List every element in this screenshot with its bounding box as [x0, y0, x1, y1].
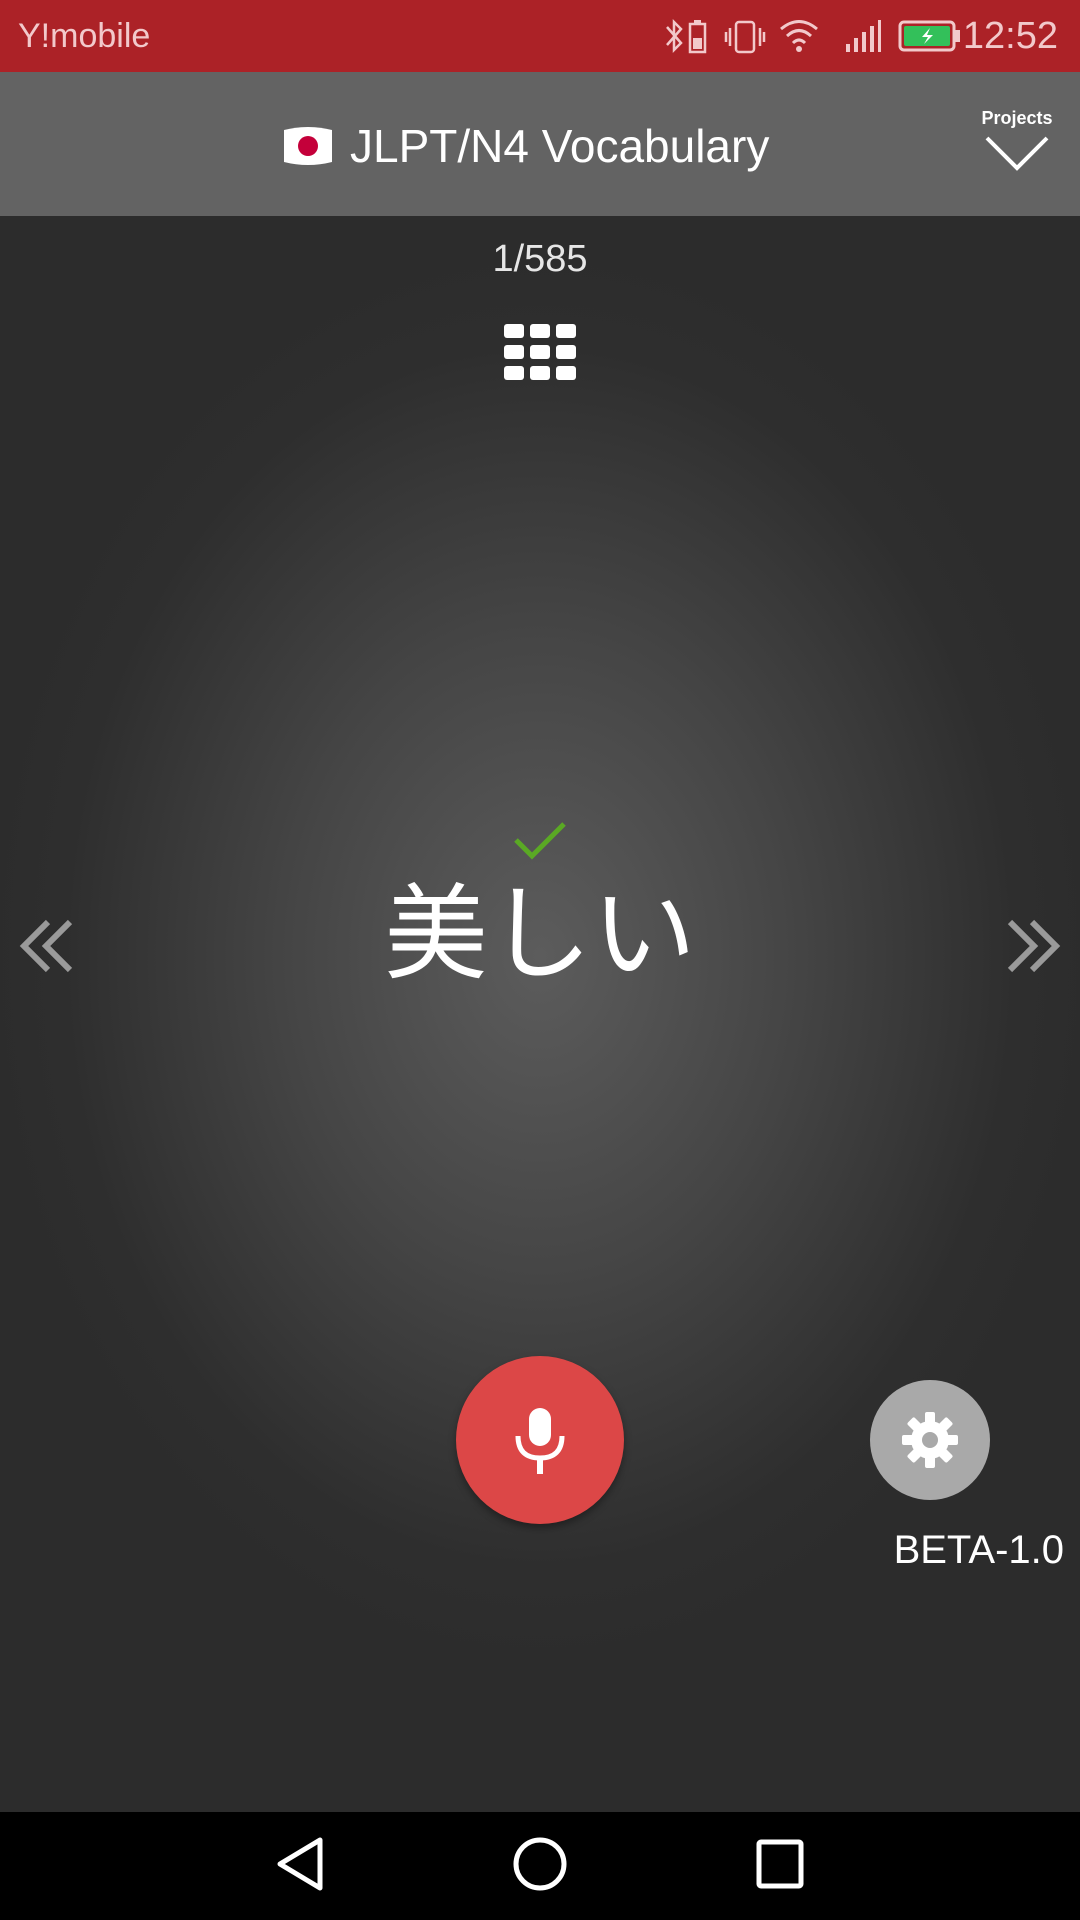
settings-button[interactable]	[870, 1380, 990, 1500]
system-nav-bar	[0, 1812, 1080, 1920]
recents-icon[interactable]	[754, 1834, 806, 1894]
japan-flag-icon	[284, 127, 332, 165]
title-group: JLPT/N4 Vocabulary	[280, 116, 769, 176]
vocabulary-word: 美しい	[383, 873, 696, 995]
back-icon[interactable]	[272, 1834, 328, 1894]
version-label: BETA-1.0	[893, 1528, 1064, 1572]
wifi-icon	[780, 20, 818, 52]
projects-label: Projects	[981, 108, 1053, 128]
app-header: JLPT/N4 Vocabulary Projects	[0, 72, 1080, 216]
double-chevron-left-icon[interactable]	[18, 916, 78, 976]
projects-button[interactable]: Projects	[972, 108, 1062, 218]
chevron-down-icon	[985, 136, 1049, 171]
double-chevron-right-icon[interactable]	[1002, 916, 1062, 976]
grid-icon[interactable]	[500, 320, 580, 384]
progress-counter: 1/585	[492, 238, 588, 280]
bt-battery-icon	[688, 20, 707, 54]
page-title: JLPT/N4 Vocabulary	[350, 120, 770, 172]
vibrate-icon	[724, 20, 766, 54]
microphone-button[interactable]	[456, 1356, 624, 1524]
battery-charging-icon	[898, 20, 960, 52]
clock: 12:52	[962, 15, 1058, 57]
signal-icon	[846, 20, 881, 52]
home-icon[interactable]	[510, 1834, 570, 1894]
gear-icon	[902, 1412, 958, 1468]
bluetooth-icon	[666, 18, 683, 54]
microphone-icon	[515, 1408, 565, 1474]
carrier-name: Y!mobile	[18, 17, 151, 55]
check-icon	[514, 822, 566, 860]
status-bar: Y!mobile 12:52	[0, 0, 1080, 72]
